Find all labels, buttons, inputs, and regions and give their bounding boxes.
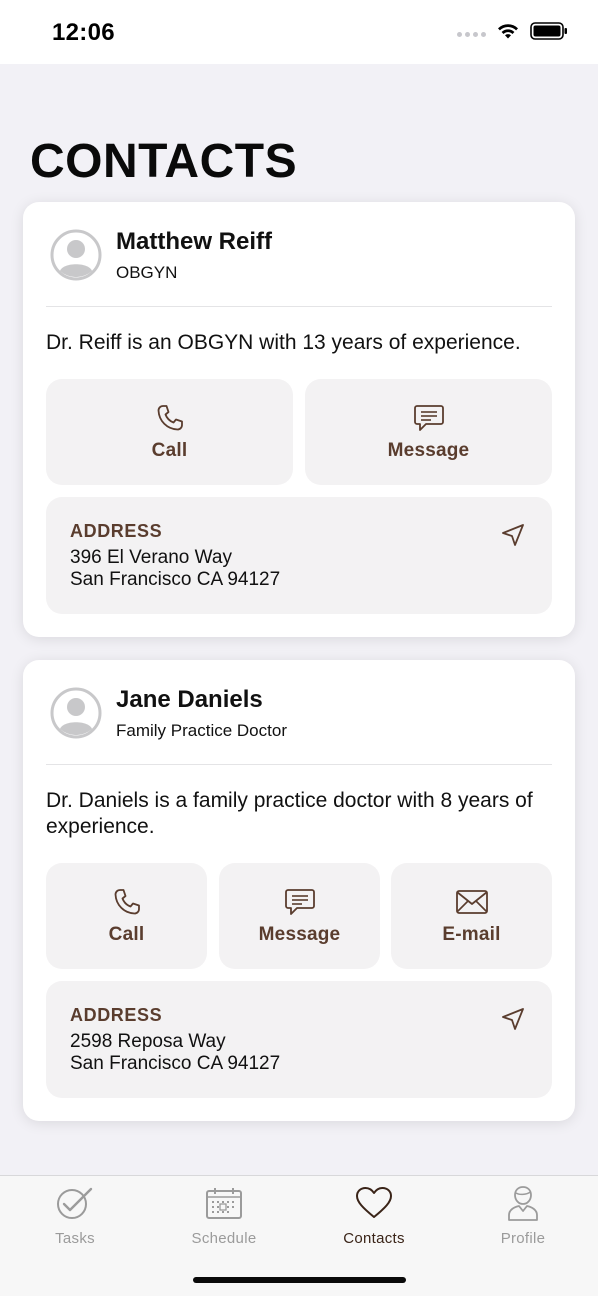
- phone-icon: [114, 889, 140, 915]
- call-button-label: Call: [108, 924, 145, 945]
- call-button[interactable]: Call: [46, 379, 293, 485]
- phone-icon: [157, 405, 183, 431]
- call-button-label: Call: [151, 440, 188, 461]
- message-icon: [413, 405, 444, 431]
- address-line-2: San Francisco CA 94127: [70, 569, 281, 590]
- contact-role: OBGYN: [116, 263, 178, 282]
- message-button-label: Message: [258, 924, 341, 945]
- tab-tasks-label: Tasks: [55, 1230, 95, 1247]
- divider: [46, 306, 552, 307]
- message-button-label: Message: [387, 440, 470, 461]
- tab-schedule-label: Schedule: [191, 1230, 257, 1247]
- address-label: ADDRESS: [70, 521, 163, 541]
- tab-schedule[interactable]: Schedule: [164, 1184, 284, 1247]
- address-block[interactable]: ADDRESS 396 El Verano Way San Francisco …: [46, 497, 552, 614]
- address-label: ADDRESS: [70, 1005, 163, 1025]
- status-time: 12:06: [52, 19, 115, 46]
- status-bar: 12:06: [0, 0, 598, 64]
- cellular-signal-icon: [457, 31, 486, 37]
- navigation-arrow-icon[interactable]: [500, 1006, 526, 1032]
- address-block[interactable]: ADDRESS 2598 Reposa Way San Francisco CA…: [46, 981, 552, 1098]
- message-icon: [284, 889, 315, 915]
- email-button[interactable]: E-mail: [391, 863, 552, 969]
- contact-description: Dr. Reiff is an OBGYN with 13 years of e…: [46, 331, 521, 354]
- tab-contacts-label: Contacts: [343, 1230, 405, 1247]
- wifi-icon: [498, 24, 518, 39]
- avatar-placeholder-icon: [50, 687, 102, 739]
- address-line-2: San Francisco CA 94127: [70, 1053, 281, 1074]
- tasks-check-icon: [57, 1187, 93, 1219]
- contact-card: Matthew Reiff OBGYN Dr. Reiff is an OBGY…: [23, 202, 575, 637]
- mail-icon: [455, 890, 488, 914]
- call-button[interactable]: Call: [46, 863, 207, 969]
- message-button[interactable]: Message: [219, 863, 380, 969]
- divider: [46, 764, 552, 765]
- tab-profile[interactable]: Profile: [463, 1184, 583, 1247]
- status-icons: [457, 22, 568, 40]
- contact-name: Jane Daniels: [116, 686, 263, 713]
- calendar-icon: [206, 1188, 242, 1219]
- contact-name: Matthew Reiff: [116, 228, 272, 255]
- battery-icon: [530, 22, 567, 40]
- address-line-1: 2598 Reposa Way: [70, 1031, 226, 1052]
- tab-tasks[interactable]: Tasks: [15, 1184, 135, 1247]
- message-button[interactable]: Message: [305, 379, 552, 485]
- tab-contacts[interactable]: Contacts: [314, 1184, 434, 1247]
- tab-profile-label: Profile: [500, 1230, 546, 1247]
- avatar-placeholder-icon: [50, 229, 102, 281]
- navigation-arrow-icon[interactable]: [500, 522, 526, 548]
- contact-role: Family Practice Doctor: [116, 721, 287, 740]
- contact-description: Dr. Daniels is a family practice doctor …: [46, 789, 533, 838]
- home-indicator: [193, 1277, 406, 1283]
- heart-icon: [356, 1187, 392, 1218]
- contact-card: Jane Daniels Family Practice Doctor Dr. …: [23, 660, 575, 1121]
- email-button-label: E-mail: [442, 924, 501, 945]
- address-line-1: 396 El Verano Way: [70, 547, 232, 568]
- person-icon: [508, 1186, 538, 1221]
- page-title: CONTACTS: [30, 135, 298, 188]
